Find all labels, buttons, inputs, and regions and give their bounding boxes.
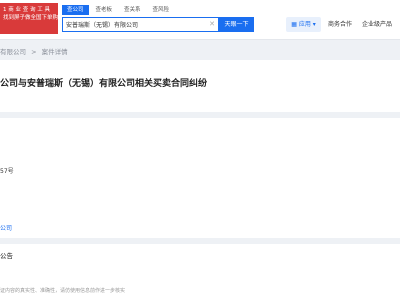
search-box: ✕ (62, 17, 219, 32)
breadcrumb-company[interactable]: 有限公司 (0, 48, 26, 56)
logo-line-2: 找到屏子做全国下单购 (3, 15, 58, 21)
disclaimer-text: 证内容的真实性、准确性，请仿使用信息前作进一步核实 (0, 288, 126, 294)
breadcrumb: 有限公司 > 案件详情 (0, 46, 68, 56)
logo-line-1: 1 商 业 查 询 工 具 (3, 7, 50, 13)
top-header: 1 商 业 查 询 工 具 找到屏子做全国下单购 查公司 查老板 查关系 查风险… (0, 0, 400, 40)
search-type-tabs: 查公司 查老板 查关系 查风险 (62, 5, 174, 15)
apps-label: 应用 (298, 21, 311, 28)
tab-company[interactable]: 查公司 (62, 5, 89, 15)
page-title: 公司与安普瑞斯（无锡）有限公司相关买卖合同纠纷 (0, 79, 208, 89)
announcement-heading: 公告 (0, 252, 13, 260)
breadcrumb-separator: > (31, 48, 37, 56)
brand-logo[interactable]: 1 商 业 查 询 工 具 找到屏子做全国下单购 (0, 3, 58, 34)
search-input[interactable] (66, 19, 204, 30)
nav-enterprise-products[interactable]: 企业级产品 (362, 17, 392, 32)
tab-risk[interactable]: 查风险 (148, 5, 175, 15)
nav-business-cooperation[interactable]: 商务合作 (328, 17, 352, 32)
tab-relation[interactable]: 查关系 (119, 5, 146, 15)
case-number: 57号 (0, 168, 14, 175)
chevron-down-icon: ▾ (312, 21, 316, 28)
breadcrumb-current: 案件详情 (41, 48, 68, 56)
clear-icon[interactable]: ✕ (209, 20, 215, 29)
tab-boss[interactable]: 查老板 (91, 5, 118, 15)
case-detail-card (0, 118, 400, 238)
party-link[interactable]: 公司 (0, 223, 12, 232)
search-button[interactable]: 天眼一下 (219, 17, 254, 32)
apps-dropdown-button[interactable]: ▦ 应用 ▾ (286, 17, 321, 32)
grid-icon: ▦ (291, 21, 297, 28)
